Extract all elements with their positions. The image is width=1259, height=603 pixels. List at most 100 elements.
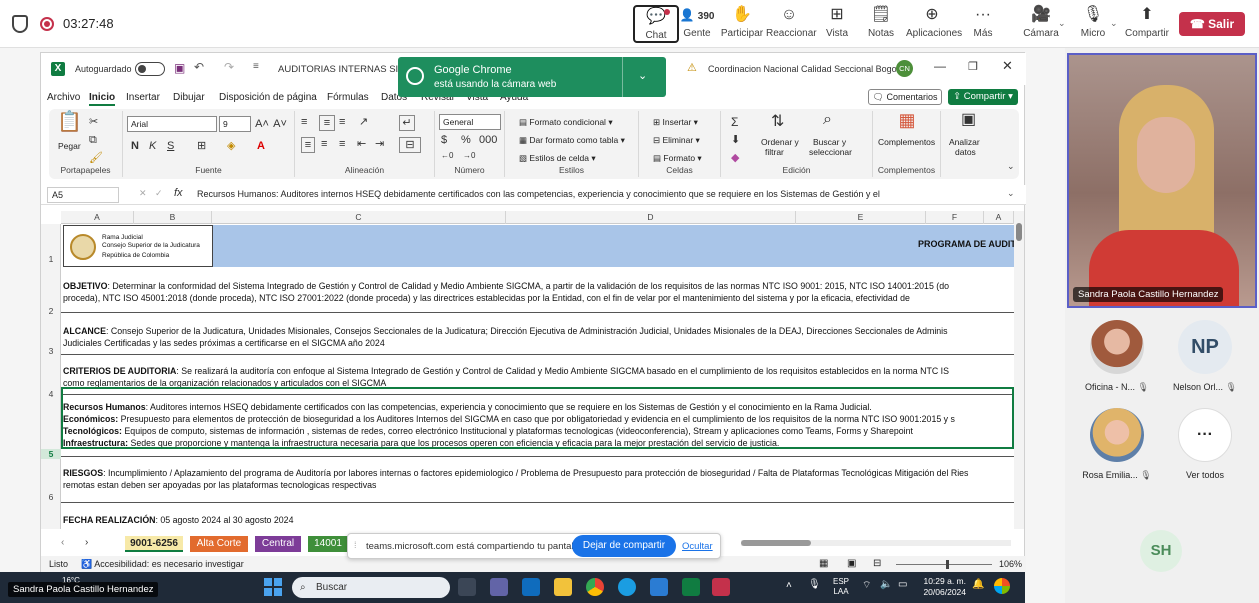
italic-icon[interactable]: K [149, 139, 156, 153]
formula-confirm-icon[interactable]: ✓ [155, 188, 163, 199]
insert-function-icon[interactable]: fx [174, 187, 183, 199]
teams-app-icon[interactable] [490, 578, 508, 596]
share-button[interactable]: ⇪ Compartir ▾ [948, 89, 1018, 105]
save-icon[interactable]: ▣ [174, 61, 185, 75]
zoom-slider-handle[interactable] [946, 560, 949, 569]
delete-cells-button[interactable]: ⊟ Eliminar ▾ [653, 135, 700, 146]
bold-icon[interactable]: N [131, 139, 139, 153]
column-header-f[interactable]: F [926, 211, 984, 224]
column-header-d[interactable]: D [506, 211, 796, 224]
chat-button[interactable]: 💬 Chat [633, 5, 679, 43]
cell-styles-button[interactable]: ▧ Estilos de celda ▾ [519, 153, 596, 164]
language-indicator[interactable]: ESP LAA [833, 577, 849, 597]
column-header-a[interactable]: A [61, 211, 134, 224]
fill-color-icon[interactable]: ◈ [227, 139, 235, 153]
formula-input[interactable]: Recursos Humanos: Auditores internos HSE… [197, 189, 880, 199]
page-layout-icon[interactable]: ▣ [847, 558, 856, 569]
drag-handle-icon[interactable]: ⁞ [354, 540, 357, 550]
redo-icon[interactable]: ↷ [224, 60, 234, 74]
find-icon[interactable]: ⌕ [823, 112, 832, 128]
column-header-next[interactable]: A [984, 211, 1014, 224]
format-painter-icon[interactable]: 🖌 [89, 151, 103, 165]
page-break-icon[interactable]: ⊟ [873, 558, 881, 569]
notification-expand-chevron-icon[interactable]: ⌄ [638, 69, 647, 82]
conditional-format-button[interactable]: ▤ Formato condicional ▾ [519, 117, 613, 128]
horizontal-scrollbar[interactable] [741, 540, 1011, 546]
snipping-tool-icon[interactable] [712, 578, 730, 596]
account-avatar[interactable]: CN [896, 60, 913, 77]
table-row-alcance[interactable]: ALCANCE: Consejo Superior de la Judicatu… [61, 313, 1014, 355]
analyze-data-button[interactable]: ▣ Analizar datos [943, 111, 1003, 177]
paste-label[interactable]: Pegar [58, 141, 81, 151]
tab-disposicion[interactable]: Disposición de página [219, 92, 317, 103]
align-center-icon[interactable]: ≡ [321, 137, 327, 151]
notes-button[interactable]: 🗒 Notas [858, 5, 904, 43]
number-format-select[interactable]: General [439, 114, 501, 130]
react-button[interactable]: ☺ Reaccionar [766, 5, 817, 43]
mic-options-chevron-icon[interactable]: ⌄ [1110, 18, 1118, 29]
merge-cells-icon[interactable]: ⊟ [399, 137, 421, 153]
tab-dibujar[interactable]: Dibujar [173, 92, 205, 103]
autosum-icon[interactable]: Σ [731, 115, 738, 129]
participant-tile[interactable]: NP Nelson Orl... 🎙 [1160, 320, 1250, 393]
cut-icon[interactable]: ✂ [89, 115, 98, 129]
tab-archivo[interactable]: Archivo [47, 92, 80, 103]
edge-icon[interactable] [618, 578, 636, 596]
stop-sharing-button[interactable]: Dejar de compartir [572, 535, 676, 557]
start-button[interactable] [264, 578, 282, 596]
fill-icon[interactable]: ⬇ [731, 133, 740, 147]
wrap-text-icon[interactable]: ↵ [399, 115, 415, 131]
tray-mic-icon[interactable]: 🎙 [808, 579, 821, 590]
tab-inicio[interactable]: Inicio [89, 92, 116, 106]
horizontal-scroll-thumb[interactable] [741, 540, 811, 546]
borders-icon[interactable]: ⊞ [197, 139, 206, 153]
font-name-select[interactable]: Arial [127, 116, 217, 132]
sort-filter-icon[interactable]: ⇅ [771, 114, 784, 130]
row-header[interactable]: 2 [41, 306, 61, 316]
excel-app-icon[interactable] [682, 578, 700, 596]
active-speaker-video[interactable]: Sandra Paola Castillo Hernandez [1067, 53, 1257, 308]
minimize-icon[interactable]: — [934, 59, 946, 73]
zoom-level[interactable]: 106% [999, 559, 1022, 569]
chrome-camera-notification[interactable]: Google Chrome está usando la cámara web … [398, 57, 666, 97]
restore-icon[interactable]: ❐ [968, 60, 978, 73]
undo-icon[interactable]: ↶ [194, 60, 204, 74]
addins-icon[interactable]: ▦ [897, 111, 917, 133]
insert-cells-button[interactable]: ⊞ Insertar ▾ [653, 117, 698, 128]
decrease-font-icon[interactable]: A˅ [273, 117, 287, 131]
format-cells-button[interactable]: ▤ Formato ▾ [653, 153, 702, 164]
spreadsheet-grid[interactable]: A B C D E F A 1 2 3 4 5 6 PROGRAMA DE AU… [41, 211, 1014, 529]
autosave-toggle[interactable] [135, 62, 165, 76]
addins-button[interactable]: Complementos [878, 137, 935, 147]
orientation-icon[interactable]: ↗ [359, 115, 368, 129]
next-sheet-icon[interactable]: › [85, 537, 88, 548]
task-view-icon[interactable] [458, 578, 476, 596]
sheet-tab-14001[interactable]: 14001 [308, 536, 348, 552]
column-header-b[interactable]: B [134, 211, 212, 224]
find-select-label-2[interactable]: seleccionar [809, 147, 852, 157]
store-icon[interactable] [650, 578, 668, 596]
table-row-riesgos[interactable]: RIESGOS: Incumplimiento / Aplazamiento d… [61, 457, 1014, 503]
decrease-indent-icon[interactable]: ⇤ [357, 137, 366, 151]
name-box[interactable]: A5 [47, 187, 119, 203]
copy-icon[interactable]: ⧉ [89, 133, 97, 147]
align-left-icon[interactable]: ≡ [301, 137, 315, 153]
sheet-tab-alta-corte[interactable]: Alta Corte [190, 536, 248, 552]
accessibility-status[interactable]: ♿ Accesibilidad: es necesario investigar [81, 559, 244, 570]
camera-options-chevron-icon[interactable]: ⌄ [1058, 18, 1066, 29]
find-select-label[interactable]: Buscar y [813, 137, 846, 147]
align-bottom-icon[interactable]: ≡ [339, 115, 345, 129]
vertical-scrollbar[interactable] [1014, 211, 1024, 529]
vertical-scroll-thumb[interactable] [1016, 223, 1022, 241]
outlook-icon[interactable] [522, 578, 540, 596]
row-header[interactable]: 6 [41, 492, 61, 502]
copilot-icon[interactable] [994, 578, 1010, 594]
wifi-icon[interactable]: ⌔ [862, 579, 871, 592]
underline-icon[interactable]: S [167, 139, 174, 153]
participant-tile[interactable]: Oficina - N... 🎙 [1072, 320, 1162, 393]
view-button[interactable]: ⊞ Vista [814, 5, 860, 43]
prev-sheet-icon[interactable]: ‹ [61, 537, 64, 548]
sheet-tab-9001[interactable]: 9001-6256 [125, 536, 183, 552]
tab-insertar[interactable]: Insertar [126, 92, 160, 103]
more-button[interactable]: ··· Más [960, 5, 1006, 43]
